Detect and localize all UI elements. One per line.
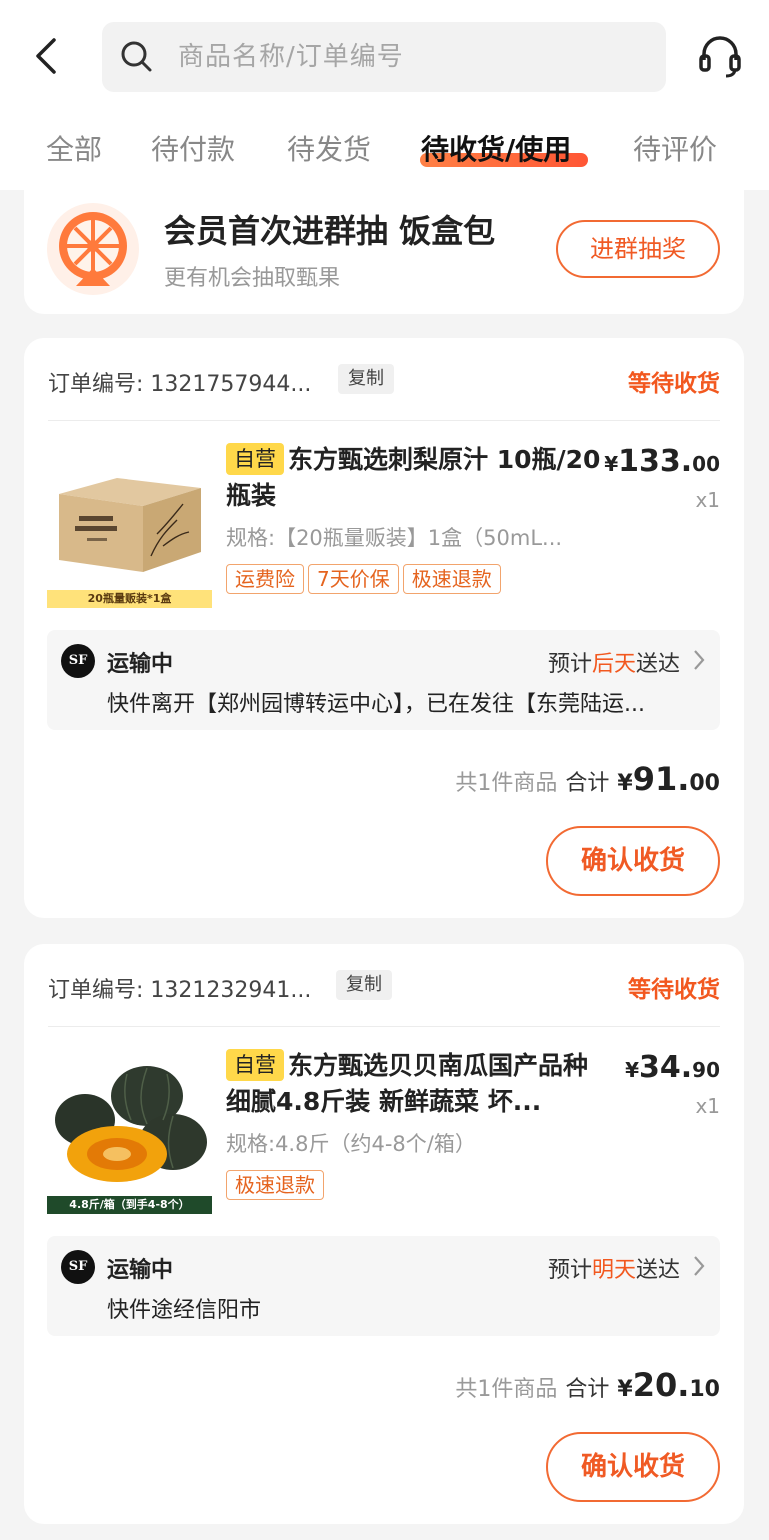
product-spec: 规格:【20瓶量贩装】1盒（50mL... [226, 526, 563, 550]
shipping-info[interactable]: SF 运输中 预计后天送达 快件离开【郑州园博转运中心】，已在发往【东莞陆运..… [47, 630, 720, 730]
promo-subtitle: 更有机会抽取甄果 [164, 266, 341, 291]
customer-service-headset-icon[interactable] [698, 34, 742, 78]
product-image-caption: 20瓶量贩装*1盒 [47, 590, 212, 608]
product-quantity: x1 [695, 488, 720, 512]
order-total: 共1件商品 合计 ¥20.10 [455, 1366, 720, 1404]
price-decimal: 90 [692, 1058, 720, 1082]
order-number: 订单编号: 1321757944... [48, 372, 312, 397]
shipping-status: 运输中 [107, 652, 174, 677]
delivery-eta: 预计后天送达 [548, 646, 680, 678]
top-bar: 商品名称/订单编号 全部 待付款 待发货 待收货/使用 待评价 [0, 0, 769, 190]
chevron-right-icon [694, 1256, 705, 1276]
product-image[interactable]: 20瓶量贩装*1盒 [47, 444, 212, 608]
price-currency: ¥ [625, 1058, 639, 1082]
product-image[interactable]: 4.8斤/箱（到手4-8个） [47, 1050, 212, 1214]
product-price: ¥133.00 [604, 444, 720, 479]
copy-order-number-button[interactable]: 复制 [336, 970, 392, 1000]
eta-prefix: 预计 [547, 1258, 592, 1283]
eta-suffix: 送达 [635, 1258, 680, 1283]
tab-pending-shipment[interactable]: 待发货 [287, 128, 371, 168]
price-decimal: 00 [692, 452, 720, 476]
juice-box-image [59, 478, 201, 572]
chevron-right-icon [694, 650, 705, 670]
service-tag: 极速退款 [402, 564, 501, 594]
tab-pending-receipt[interactable]: 待收货/使用 [421, 128, 571, 168]
product-spec: 规格:4.8斤（约4-8个/箱） [226, 1132, 476, 1156]
total-currency: ¥ [617, 1377, 633, 1402]
eta-day: 明天 [591, 1258, 636, 1283]
promo-banner: 会员首次进群抽 饭盒包 更有机会抽取甄果 进群抽奖 [24, 188, 744, 314]
service-tag: 运费险 [226, 564, 304, 594]
service-tags: 极速退款 [226, 1170, 328, 1200]
item-count: 共1件商品 [455, 1377, 558, 1402]
pumpkin-image [55, 1066, 207, 1182]
join-group-lottery-button[interactable]: 进群抽奖 [556, 220, 720, 278]
shipping-status: 运输中 [107, 1258, 174, 1283]
order-total: 共1件商品 合计 ¥91.00 [455, 760, 720, 798]
sf-express-logo-icon: SF [61, 644, 95, 678]
order-number: 订单编号: 1321232941... [48, 978, 312, 1003]
product-title[interactable]: 自营 东方甄选贝贝南瓜国产品种细腻4.8斤装 新鲜蔬菜 坏... [226, 1048, 601, 1120]
tab-pending-payment[interactable]: 待付款 [151, 128, 235, 168]
search-bar[interactable]: 商品名称/订单编号 [102, 22, 666, 92]
total-currency: ¥ [617, 771, 633, 796]
eta-prefix: 预计 [547, 652, 592, 677]
self-operated-tag: 自营 [226, 1049, 284, 1081]
shipping-info[interactable]: SF 运输中 预计明天送达 快件途经信阳市 [47, 1236, 720, 1336]
item-count: 共1件商品 [455, 771, 558, 796]
copy-order-number-button[interactable]: 复制 [338, 364, 394, 394]
order-card: 订单编号: 1321232941... 复制 等待收货 4.8斤/箱（到手4-8… [24, 944, 744, 1524]
delivery-eta: 预计明天送达 [548, 1252, 680, 1284]
search-placeholder: 商品名称/订单编号 [178, 42, 404, 72]
order-status: 等待收货 [628, 371, 720, 397]
self-operated-tag: 自营 [226, 443, 284, 475]
total-decimal: 10 [689, 1377, 720, 1402]
order-card: 订单编号: 1321757944... 复制 等待收货 20瓶量贩装*1盒 自营… [24, 338, 744, 918]
confirm-receipt-button[interactable]: 确认收货 [546, 1432, 720, 1502]
total-label: 合计 [565, 1377, 610, 1402]
tab-pending-review[interactable]: 待评价 [633, 128, 717, 168]
back-arrow-icon[interactable] [30, 36, 66, 76]
total-label: 合计 [565, 771, 610, 796]
divider [48, 420, 720, 421]
promo-title: 会员首次进群抽 饭盒包 [164, 212, 496, 250]
confirm-receipt-button[interactable]: 确认收货 [546, 826, 720, 896]
lottery-wheel-icon [47, 203, 139, 295]
total-decimal: 00 [689, 771, 720, 796]
price-integer: 34. [639, 1050, 693, 1085]
product-quantity: x1 [695, 1094, 720, 1118]
product-title[interactable]: 自营 东方甄选刺梨原汁 10瓶/20瓶装 [226, 442, 601, 514]
service-tags: 运费险 7天价保 极速退款 [226, 564, 505, 594]
product-image-caption: 4.8斤/箱（到手4-8个） [47, 1196, 212, 1214]
search-icon [121, 41, 152, 72]
price-integer: 133. [618, 444, 693, 479]
total-integer: 91. [632, 760, 690, 798]
eta-day: 后天 [591, 652, 636, 677]
order-status-tabs: 全部 待付款 待发货 待收货/使用 待评价 [0, 118, 769, 178]
tab-all[interactable]: 全部 [46, 128, 102, 168]
service-tag: 极速退款 [226, 1170, 324, 1200]
product-price: ¥34.90 [625, 1050, 720, 1085]
service-tag: 7天价保 [308, 564, 399, 594]
order-status: 等待收货 [628, 977, 720, 1003]
total-integer: 20. [632, 1366, 690, 1404]
divider [48, 1026, 720, 1027]
price-currency: ¥ [604, 452, 619, 476]
tracking-detail: 快件离开【郑州园博转运中心】，已在发往【东莞陆运... [107, 692, 645, 717]
tracking-detail: 快件途经信阳市 [107, 1298, 262, 1323]
sf-express-logo-icon: SF [61, 1250, 95, 1284]
eta-suffix: 送达 [635, 652, 680, 677]
